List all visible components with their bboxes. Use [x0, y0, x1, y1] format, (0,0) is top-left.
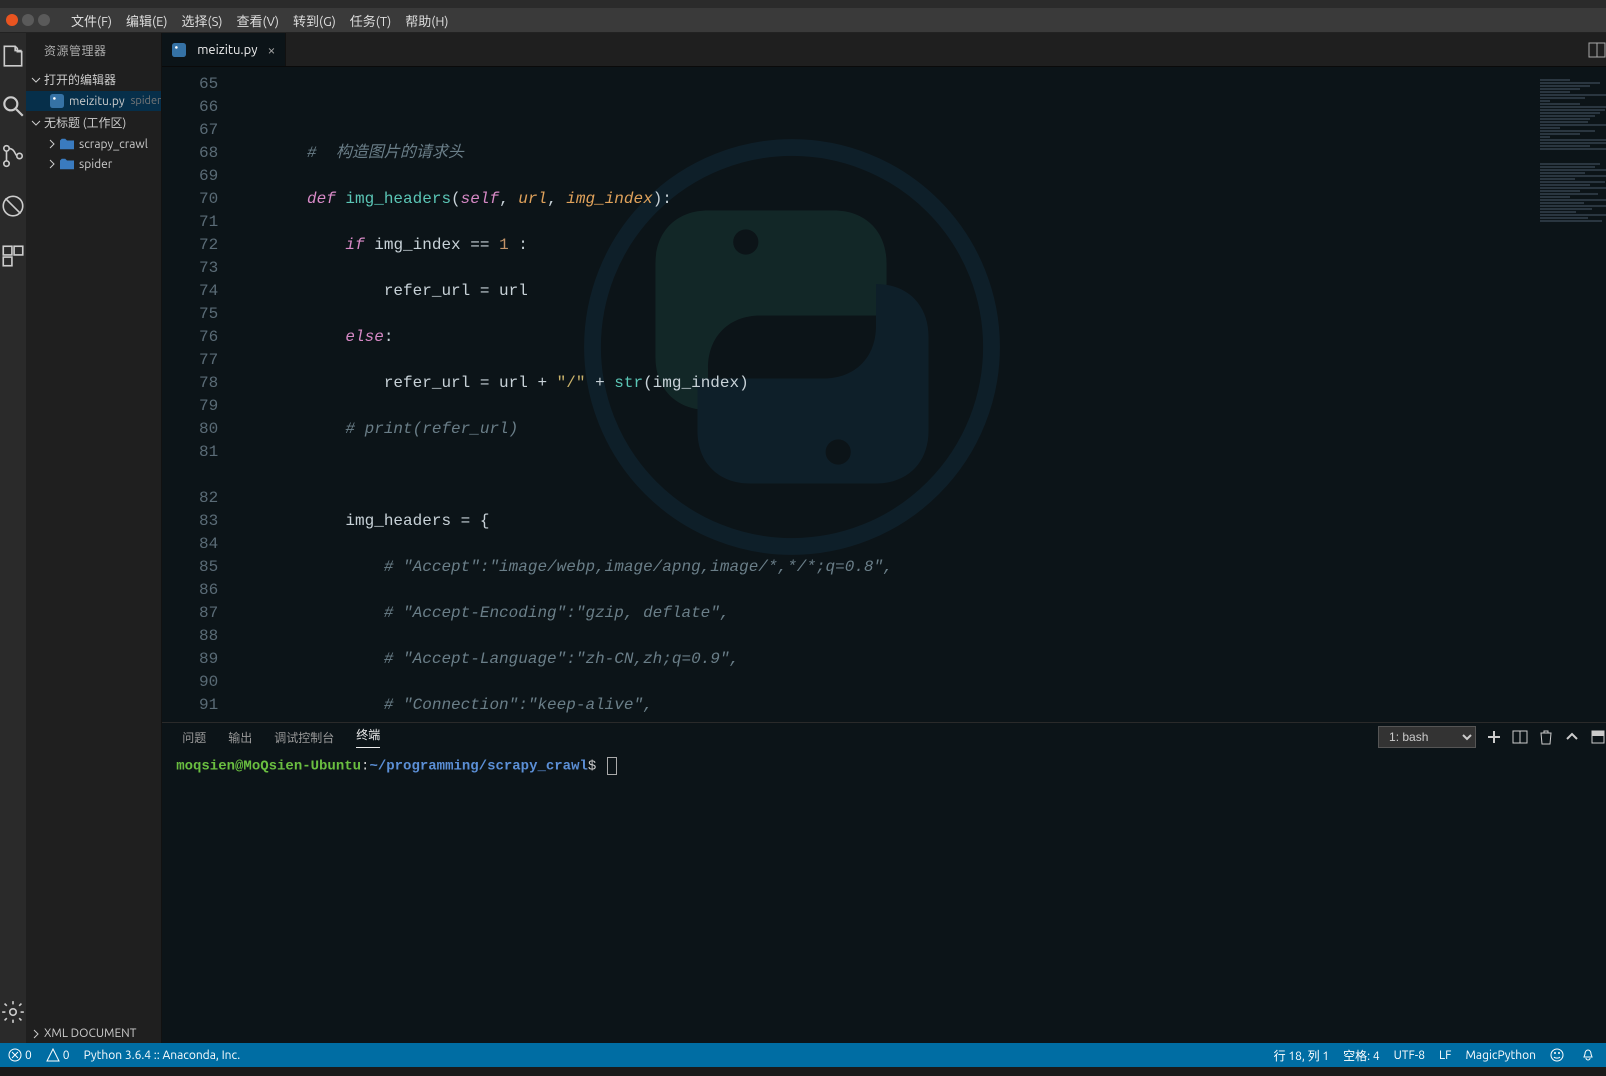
terminal-end: $: [588, 759, 596, 775]
file-folder: spider: [131, 95, 162, 107]
status-feedback-icon[interactable]: [1550, 1048, 1567, 1062]
sidebar-title: 资源管理器: [26, 33, 161, 68]
menu-tasks[interactable]: 任务(T): [343, 11, 398, 30]
panel-tab-terminal[interactable]: 终端: [356, 726, 380, 748]
python-file-icon: [172, 43, 186, 57]
window-controls: [6, 14, 50, 26]
menu-help[interactable]: 帮助(H): [398, 11, 455, 30]
tab-label: meizitu.py: [197, 43, 257, 57]
menu-file[interactable]: 文件(F): [64, 11, 119, 30]
status-language[interactable]: MagicPython: [1465, 1049, 1536, 1062]
scm-icon[interactable]: [0, 143, 26, 169]
folder-label: spider: [79, 158, 112, 171]
folder-icon: [60, 137, 74, 151]
search-icon[interactable]: [0, 93, 26, 119]
panel-tab-debug[interactable]: 调试控制台: [274, 729, 334, 746]
os-top-bar: [0, 0, 1606, 8]
code-editor[interactable]: 6566676869707172737475767778798081828384…: [162, 67, 1606, 722]
menu-select[interactable]: 选择(S): [175, 11, 230, 30]
explorer-icon[interactable]: [0, 43, 26, 69]
editor-area: meizitu.py × ··· 65666768697071727374757…: [162, 33, 1606, 1043]
chevron-down-icon: [30, 117, 42, 129]
bell-icon: [1581, 1048, 1595, 1062]
workspace-label: 无标题 (工作区): [44, 114, 126, 131]
smiley-icon: [1550, 1048, 1564, 1062]
terminal-cursor: [607, 757, 617, 775]
tab-meizitu[interactable]: meizitu.py ×: [162, 33, 286, 66]
chevron-down-icon: [30, 74, 42, 86]
terminal-select[interactable]: 1: bash: [1378, 726, 1476, 748]
terminal-user: moqsien@MoQsien-Ubuntu: [176, 759, 361, 775]
editor-tabs: meizitu.py × ···: [162, 33, 1606, 67]
outline-section[interactable]: XML DOCUMENT: [26, 1024, 161, 1043]
panel-tabs: 问题 输出 调试控制台 终端 1: bash: [162, 723, 1606, 751]
folder-label: scrapy_crawl: [79, 138, 148, 151]
status-cursor-pos[interactable]: 行 18, 列 1: [1274, 1047, 1330, 1064]
maximize-panel-icon[interactable]: [1590, 729, 1606, 745]
status-errors[interactable]: 0: [8, 1048, 32, 1062]
open-editors-section[interactable]: 打开的编辑器: [26, 68, 161, 91]
folder-icon: [60, 157, 74, 171]
window-minimize-button[interactable]: [22, 14, 34, 26]
window-maximize-button[interactable]: [38, 14, 50, 26]
kill-terminal-icon[interactable]: [1538, 729, 1554, 745]
split-editor-icon[interactable]: [1588, 41, 1606, 59]
folder-scrapy-crawl[interactable]: scrapy_crawl: [26, 134, 161, 154]
open-editors-label: 打开的编辑器: [44, 71, 116, 88]
menu-edit[interactable]: 编辑(E): [119, 11, 174, 30]
code-content[interactable]: # 构造图片的请求头 def img_headers(self, url, im…: [230, 67, 1536, 722]
panel-tab-problems[interactable]: 问题: [182, 729, 206, 746]
error-icon: [8, 1048, 22, 1062]
menu-view[interactable]: 查看(V): [230, 11, 286, 30]
minimap[interactable]: [1536, 67, 1606, 722]
split-terminal-icon[interactable]: [1512, 729, 1528, 745]
file-name: meizitu.py: [69, 95, 125, 108]
menu-go[interactable]: 转到(G): [286, 11, 343, 30]
window-close-button[interactable]: [6, 14, 18, 26]
status-indent[interactable]: 空格: 4: [1343, 1047, 1379, 1064]
status-warnings[interactable]: 0: [46, 1048, 70, 1062]
line-gutter: 6566676869707172737475767778798081828384…: [162, 67, 230, 722]
outline-label: XML DOCUMENT: [44, 1027, 136, 1040]
chevron-right-icon: [46, 138, 58, 150]
status-python[interactable]: Python 3.6.4 :: Anaconda, Inc.: [84, 1049, 241, 1062]
terminal[interactable]: moqsien@MoQsien-Ubuntu:~/programming/scr…: [162, 751, 1606, 1043]
debug-icon[interactable]: [0, 193, 26, 219]
chevron-right-icon: [30, 1028, 42, 1040]
warning-icon: [46, 1048, 60, 1062]
status-encoding[interactable]: UTF-8: [1394, 1049, 1425, 1062]
python-file-icon: [50, 94, 64, 108]
status-bar: 0 0 Python 3.6.4 :: Anaconda, Inc. 行 18,…: [0, 1043, 1606, 1067]
extensions-icon[interactable]: [0, 243, 26, 269]
folder-spider[interactable]: spider: [26, 154, 161, 174]
bottom-panel: 问题 输出 调试控制台 终端 1: bash moqsien@MoQsien-U…: [162, 722, 1606, 1043]
chevron-up-icon[interactable]: [1564, 729, 1580, 745]
workspace-section[interactable]: 无标题 (工作区): [26, 111, 161, 134]
tab-close-icon[interactable]: ×: [267, 42, 275, 58]
terminal-path: ~/programming/scrapy_crawl: [369, 759, 587, 775]
status-bell-icon[interactable]: [1581, 1048, 1598, 1062]
window-menubar: 文件(F) 编辑(E) 选择(S) 查看(V) 转到(G) 任务(T) 帮助(H…: [0, 8, 1606, 33]
status-eol[interactable]: LF: [1439, 1049, 1451, 1062]
settings-gear-icon[interactable]: [0, 999, 26, 1025]
explorer-sidebar: 资源管理器 打开的编辑器 meizitu.py spider 无标题 (工作区)…: [26, 33, 162, 1043]
new-terminal-icon[interactable]: [1486, 729, 1502, 745]
activity-bar: [0, 33, 26, 1043]
panel-tab-output[interactable]: 输出: [228, 729, 252, 746]
open-editor-file[interactable]: meizitu.py spider: [26, 91, 161, 111]
chevron-right-icon: [46, 158, 58, 170]
